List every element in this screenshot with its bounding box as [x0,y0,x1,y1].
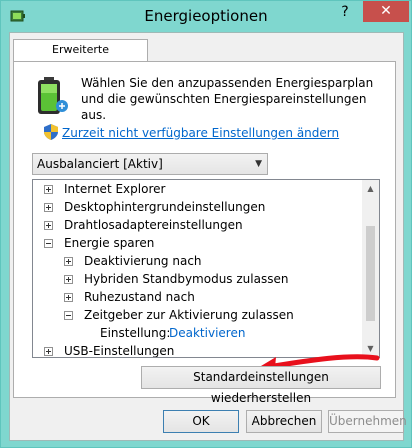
tree-item-label: Hybriden Standbymodus zulassen [84,272,289,286]
expand-plus-icon[interactable] [64,257,73,266]
tree-item-label: Deaktivierung nach [84,254,202,268]
close-icon: ✕ [380,3,392,19]
expand-plus-icon[interactable] [44,203,53,212]
tree-item-label: Zeitgeber zur Aktivierung zulassen [84,308,294,322]
tree-item-label: Desktophintergrundeinstellungen [64,200,266,214]
title-bar[interactable]: Energieoptionen ? ✕ [1,1,411,32]
scroll-thumb[interactable] [366,226,375,321]
dialog-client-area: Erweiterte Einstellungen Wählen Sie den … [9,32,407,441]
tree-item-label: Ruhezustand nach [84,290,195,304]
apply-button[interactable]: Übernehmen [328,410,407,433]
energy-options-window: Energieoptionen ? ✕ Erweiterte Einstellu… [0,0,412,448]
uac-shield-icon [44,124,58,140]
setting-label: Einstellung: [100,326,171,340]
settings-tree[interactable]: Internet Explorer Desktophintergrundeins… [32,179,380,358]
expand-plus-icon[interactable] [44,185,53,194]
expand-plus-icon[interactable] [44,347,53,356]
ok-button[interactable]: OK [163,410,239,433]
tree-item-label: Energie sparen [64,236,155,250]
battery-icon [38,77,68,114]
description-text: Wählen Sie den anzupassenden Energiespar… [81,76,374,122]
scroll-up-arrow-icon[interactable]: ▲ [362,180,379,197]
expand-plus-icon[interactable] [64,275,73,284]
expand-plus-icon[interactable] [64,293,73,302]
chevron-down-icon: ▼ [255,159,262,169]
tab-advanced-settings[interactable]: Erweiterte Einstellungen [13,39,148,76]
restore-defaults-button[interactable]: Standardeinstellungen wiederherstellen [141,366,381,405]
help-button[interactable]: ? [332,2,358,22]
expand-plus-icon[interactable] [44,221,53,230]
collapse-minus-icon[interactable] [44,239,53,248]
cancel-button[interactable]: Abbrechen [246,410,322,433]
tree-item-label: USB-Einstellungen [64,344,175,358]
tree-scrollbar[interactable]: ▲ ▼ [362,180,379,357]
close-button[interactable]: ✕ [363,1,409,22]
power-plan-select[interactable]: Ausbalanciert [Aktiv] ▼ [32,153,268,175]
setting-value-link[interactable]: Deaktivieren [169,324,245,342]
power-plan-value: Ausbalanciert [Aktiv] [37,157,163,171]
tree-item-label: Internet Explorer [64,182,166,196]
change-unavailable-settings-link[interactable]: Zurzeit nicht verfügbare Einstellungen ä… [62,126,339,140]
collapse-minus-icon[interactable] [64,311,73,320]
tree-item-label: Drahtlosadaptereinstellungen [64,218,243,232]
